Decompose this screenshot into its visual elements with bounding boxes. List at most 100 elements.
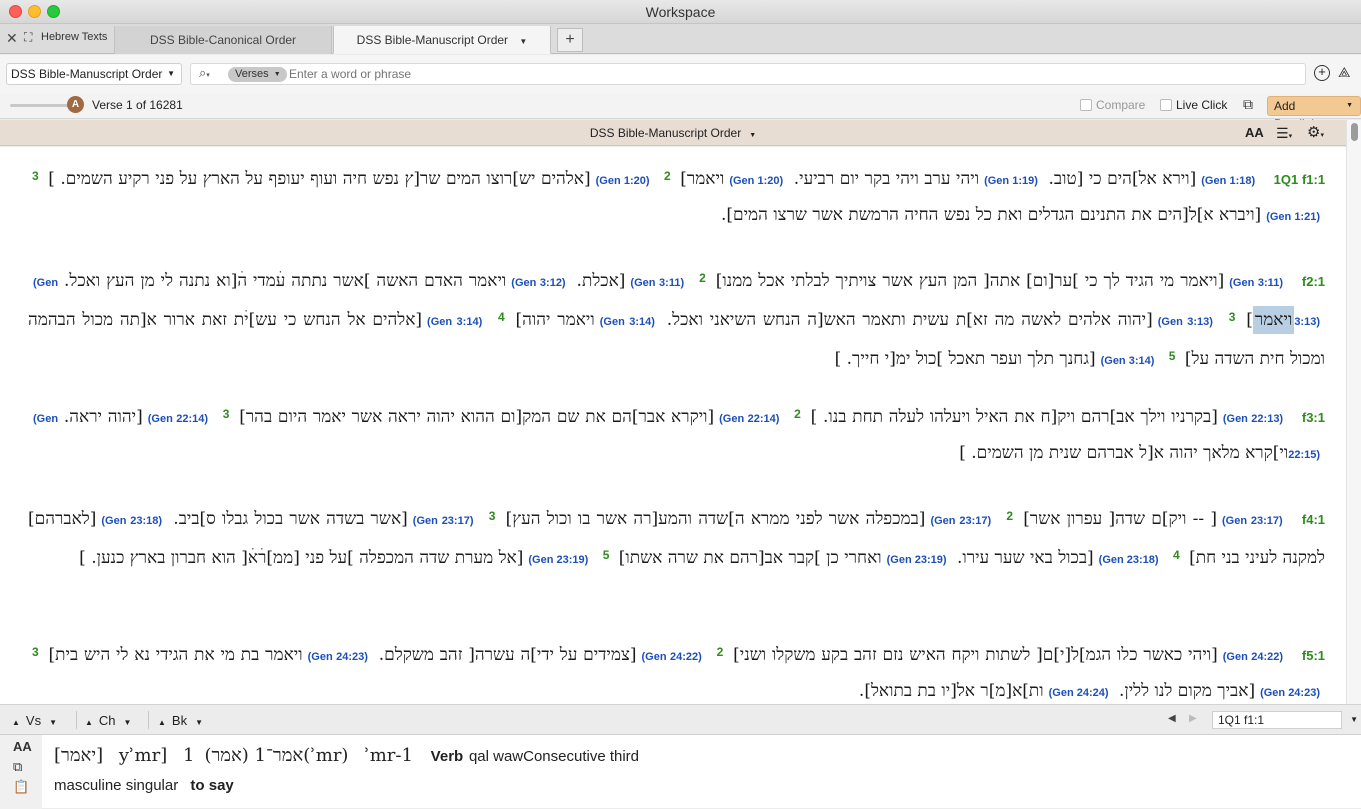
- verse-text[interactable]: [ויאמר מי הגיד לך כי ]ער[ום] אתה[ המן הע…: [716, 271, 1225, 291]
- chevron-down-icon[interactable]: ▼: [749, 132, 756, 139]
- resource-select[interactable]: DSS Bible-Manuscript Order ▼: [6, 63, 182, 85]
- verse-text[interactable]: [אל מערת שדה המכפלה ]על פני [ממ]רׄאׄ[ הו…: [91, 548, 523, 568]
- verse-reference[interactable]: (Gen 3:12): [511, 277, 565, 289]
- compare-checkbox[interactable]: Compare: [1080, 98, 1145, 112]
- verse-reference[interactable]: (Gen 22:14): [148, 413, 208, 425]
- verse-reference[interactable]: (Gen 3:11): [1229, 277, 1283, 289]
- verse-text[interactable]: [יהוה יראה.: [64, 407, 143, 427]
- verse-text[interactable]: [יהוה אלהים לאשה מה זא]ת עשית ותאמר האש[…: [667, 310, 1153, 330]
- verse-text[interactable]: ויאמר יהוה]: [516, 310, 595, 330]
- verse-text[interactable]: ויאמר האדם האשה ]אשר נתתה עׄמדי הׄ[וא נת…: [64, 271, 506, 291]
- verse-text[interactable]: [וירא אל]הים כי [טוב.: [1048, 169, 1196, 189]
- verse-text[interactable]: וי]קרא מלאך יהוה א[ל אברהם שנית מן השמים…: [971, 443, 1288, 463]
- verse-reference[interactable]: (Gen 1:20): [596, 175, 650, 187]
- tab-canonical-order[interactable]: DSS Bible-Canonical Order: [114, 26, 332, 54]
- chevron-down-icon[interactable]: ▼: [49, 718, 57, 727]
- verse-reference[interactable]: (Gen 3:14): [1101, 355, 1155, 367]
- verse-text[interactable]: ויהי ערב ויהי בקר יום רביעי.: [794, 169, 979, 189]
- panel-title[interactable]: DSS Bible-Manuscript Order: [590, 126, 741, 140]
- search-scope-select[interactable]: Verses ▼: [228, 67, 287, 82]
- verse-reference[interactable]: (Gen 1:20): [729, 175, 783, 187]
- verse-reference[interactable]: (Gen 24:24): [1049, 687, 1109, 699]
- verse-reference[interactable]: (Gen 24:22): [642, 651, 702, 663]
- verse-reference[interactable]: (Gen 23:18): [1099, 554, 1159, 566]
- fragment-label[interactable]: 1Q1 f1:1: [1274, 172, 1325, 187]
- vertical-scrollbar[interactable]: [1346, 120, 1361, 704]
- add-parallel-button[interactable]: Add Parallel ▼: [1267, 96, 1361, 131]
- chevron-down-icon[interactable]: ▼: [195, 718, 203, 727]
- verse-reference[interactable]: (Gen 1:18): [1201, 175, 1255, 187]
- verse-reference[interactable]: (Gen 1:19): [984, 175, 1038, 187]
- minimize-window-button[interactable]: [28, 5, 41, 18]
- close-icon[interactable]: ✕: [6, 30, 18, 47]
- fragment-label[interactable]: f3:1: [1302, 410, 1325, 425]
- chevron-up-icon[interactable]: ▲: [85, 718, 93, 727]
- verse-reference[interactable]: (Gen 24:22): [1223, 651, 1283, 663]
- forward-arrow-icon[interactable]: ▶: [1189, 713, 1197, 724]
- live-click-checkbox[interactable]: Live Click: [1160, 98, 1227, 112]
- verse-text[interactable]: [אכלת.: [577, 271, 626, 291]
- verse-slider-knob[interactable]: A: [67, 96, 84, 113]
- share-icon[interactable]: ⟁: [1338, 64, 1351, 81]
- verse-reference[interactable]: (Gen 23:19): [887, 554, 947, 566]
- verse-text[interactable]: [ויקרא אבר]הם את שם המק[ום ההוא יהוה ירא…: [239, 407, 714, 427]
- search-input[interactable]: [289, 66, 1189, 82]
- chevron-down-icon[interactable]: ▼: [519, 37, 527, 46]
- verse-reference[interactable]: (Gen 3:13): [1158, 316, 1213, 328]
- verse-text[interactable]: [במכפלה אשר לפני ממרא ה]שדה והמע[רה אשר …: [506, 509, 926, 529]
- verse-text[interactable]: [ -- ויק]ם שדה[ עפרון אשר]: [1023, 509, 1217, 529]
- verse-text[interactable]: [בכול באי שער עירו.: [957, 548, 1094, 568]
- tab-manuscript-order[interactable]: DSS Bible-Manuscript Order ▼: [333, 26, 551, 54]
- book-nav[interactable]: ▲ Bk ▼: [158, 713, 203, 728]
- chevron-down-icon[interactable]: ▼: [124, 718, 132, 727]
- zoom-window-button[interactable]: [47, 5, 60, 18]
- close-window-button[interactable]: [9, 5, 22, 18]
- highlighted-word[interactable]: ויאמר: [1252, 306, 1295, 334]
- expand-icon[interactable]: ⛶: [24, 30, 32, 45]
- verse-reference[interactable]: (Gen 1:21): [1266, 211, 1320, 223]
- verse-reference[interactable]: (Gen 22:13): [1223, 413, 1283, 425]
- verse-reference[interactable]: (Gen 24:23): [308, 651, 368, 663]
- checkbox-icon[interactable]: [1080, 99, 1092, 111]
- search-icon[interactable]: ⌕▾: [199, 65, 210, 81]
- verse-text[interactable]: [אלהים יש]רוצו המים שר[ץ נפש חיה ועוף יע…: [60, 169, 590, 189]
- verse-reference[interactable]: (Gen 3:14): [600, 316, 655, 328]
- font-size-icon[interactable]: AA: [13, 739, 32, 754]
- parallel-layout-icon[interactable]: ⧉: [1243, 96, 1253, 113]
- chevron-up-icon[interactable]: ▲: [12, 718, 20, 727]
- verse-text[interactable]: [ויברא א]ל[הים את התנינם הגדלים ואת כל נ…: [721, 205, 1261, 225]
- chevron-down-icon[interactable]: ▼: [1350, 712, 1358, 728]
- add-circle-icon[interactable]: +: [1314, 65, 1330, 81]
- verse-text[interactable]: [אביך מקום לנו ללין.: [1119, 681, 1255, 701]
- chevron-up-icon[interactable]: ▲: [158, 718, 166, 727]
- verse-text[interactable]: [צמידים על ידי]ה עשרה[ זהב משקלם.: [379, 645, 637, 665]
- search-box[interactable]: ⌕▾ Verses ▼: [190, 63, 1306, 85]
- verse-reference[interactable]: (Gen 22:14): [719, 413, 779, 425]
- verse-reference[interactable]: (Gen 23:17): [1222, 515, 1283, 527]
- verse-reference[interactable]: (Gen 24:23): [1260, 687, 1320, 699]
- verse-reference[interactable]: (Gen 3:11): [630, 277, 684, 289]
- verse-reference[interactable]: (Gen 23:17): [930, 515, 991, 527]
- gear-icon[interactable]: ⚙▾: [1307, 120, 1324, 149]
- scrollbar-thumb[interactable]: [1351, 123, 1358, 141]
- verse-text[interactable]: [אשר בשדה אשר בכול גבלו ס]ביב.: [173, 509, 407, 529]
- verse-text[interactable]: [בקרניו וילך אב]רהם ויק[ח את האיל ויעלהו…: [823, 407, 1218, 427]
- list-options-icon[interactable]: ☰▾: [1276, 120, 1292, 150]
- fragment-label[interactable]: f4:1: [1302, 512, 1325, 527]
- back-arrow-icon[interactable]: ◀: [1168, 713, 1176, 724]
- verse-slider-track[interactable]: [10, 104, 72, 107]
- verse-reference[interactable]: (Gen 23:17): [413, 515, 474, 527]
- verse-reference[interactable]: (Gen 23:19): [528, 554, 588, 566]
- fragment-label[interactable]: f5:1: [1302, 648, 1325, 663]
- copy-icon[interactable]: ⧉: [13, 759, 22, 775]
- chapter-nav[interactable]: ▲ Ch ▼: [85, 713, 131, 728]
- fragment-label[interactable]: f2:1: [1302, 274, 1325, 289]
- reference-input[interactable]: 1Q1 f1:1 ▼: [1212, 711, 1358, 729]
- verse-text[interactable]: ויאמר]: [680, 169, 724, 189]
- verse-text[interactable]: ואחרי כן ]קבר אב[רהם את שרה אשתו]: [619, 548, 882, 568]
- verse-text[interactable]: ויאמר בת מי את הגידי נא לי היש בית]: [49, 645, 303, 665]
- verse-text[interactable]: [גחנך תלך ועפר תאכל ]כול ימ[י חייך.: [847, 349, 1096, 369]
- checkbox-icon[interactable]: [1160, 99, 1172, 111]
- tab-group-label[interactable]: Hebrew Texts: [41, 31, 107, 43]
- font-size-icon[interactable]: AA: [1245, 120, 1264, 146]
